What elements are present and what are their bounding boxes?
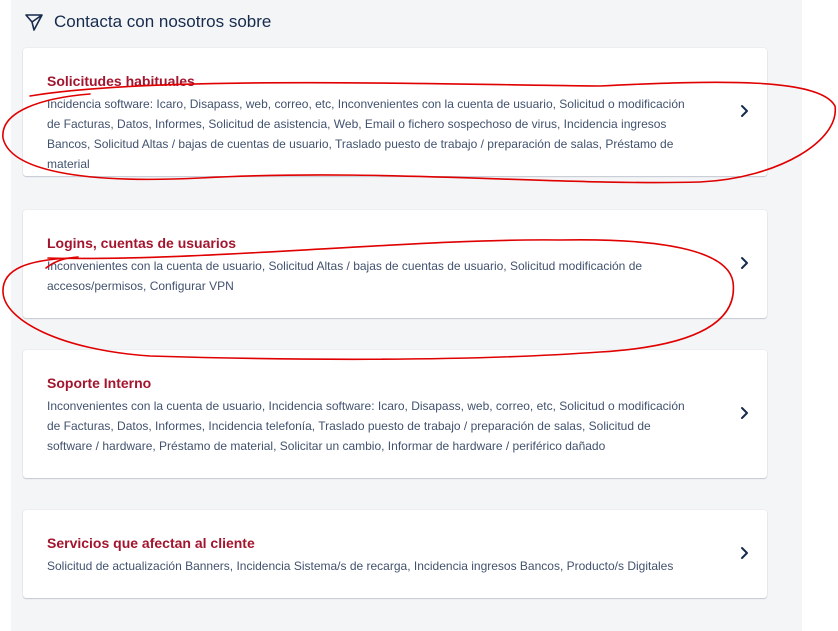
card-title: Servicios que afectan al cliente: [47, 535, 255, 551]
card-title: Solicitudes habituales: [47, 73, 195, 89]
section-header: Contacta con nosotros sobre: [24, 11, 271, 33]
chevron-right-icon: [737, 406, 751, 420]
request-type-card-soporte-interno[interactable]: Soporte Interno Inconvenientes con la cu…: [23, 350, 767, 478]
card-description: Incidencia software: Icaro, Disapass, we…: [47, 97, 685, 171]
card-title: Soporte Interno: [47, 375, 152, 391]
chevron-right-icon: [737, 546, 751, 560]
card-title: Logins, cuentas de usuarios: [47, 235, 237, 251]
chevron-right-icon: [737, 104, 751, 118]
request-type-card-solicitudes-habituales[interactable]: Solicitudes habituales Incidencia softwa…: [23, 48, 767, 176]
card-description: Inconvenientes con la cuenta de usuario,…: [47, 259, 643, 293]
card-description: Solicitud de actualización Banners, Inci…: [47, 559, 674, 573]
section-title: Contacta con nosotros sobre: [54, 12, 272, 31]
chevron-right-icon: [737, 256, 751, 270]
send-icon: [24, 12, 44, 32]
request-type-card-servicios-cliente[interactable]: Servicios que afectan al cliente Solicit…: [23, 510, 767, 598]
request-type-card-logins[interactable]: Logins, cuentas de usuarios Inconvenient…: [23, 210, 767, 318]
card-description: Inconvenientes con la cuenta de usuario,…: [47, 399, 685, 453]
